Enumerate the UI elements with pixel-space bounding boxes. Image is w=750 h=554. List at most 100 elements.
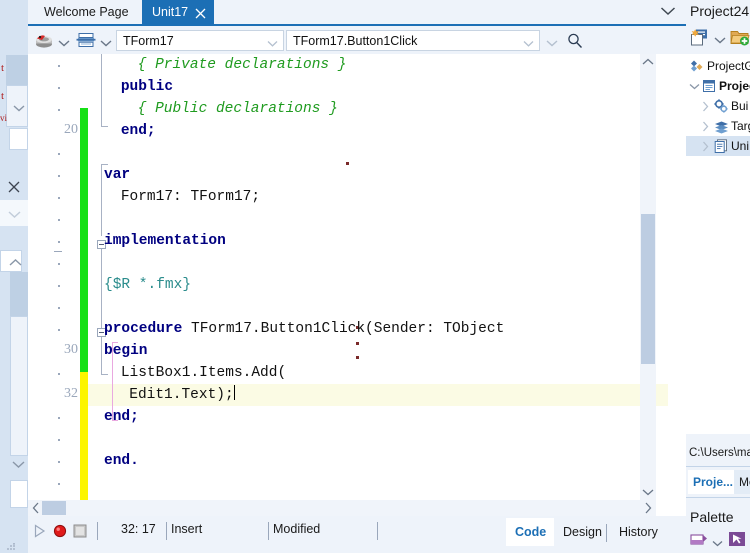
- chevron-down-icon[interactable]: [712, 536, 723, 550]
- tab-label: Code: [515, 525, 546, 539]
- left-dock-panel-3[interactable]: [10, 316, 28, 456]
- run-icon[interactable]: [33, 524, 46, 541]
- code-token: procedure: [104, 321, 191, 337]
- project-manager-toolbar: [686, 24, 750, 52]
- code-line: {$R *.fmx}: [104, 274, 191, 296]
- chevron-right-icon[interactable]: [702, 136, 709, 160]
- tab-model-view[interactable]: Mo: [734, 470, 750, 494]
- class-combo-value: TForm17: [123, 34, 174, 48]
- new-item-icon[interactable]: [690, 28, 710, 50]
- line-dot: [58, 197, 60, 199]
- tab-label: Unit17: [152, 5, 188, 19]
- search-icon[interactable]: [566, 32, 584, 53]
- palette-panel: Palette: [686, 505, 750, 553]
- divider: [268, 522, 269, 540]
- scroll-left-icon[interactable]: [31, 502, 41, 517]
- tab-unit17[interactable]: Unit17: [142, 0, 214, 24]
- tab-code[interactable]: Code: [506, 518, 555, 546]
- change-marker-yellow: [80, 438, 88, 460]
- code-line: { Public declarations }: [138, 98, 338, 120]
- palette-select-icon[interactable]: [728, 531, 746, 550]
- code-token: public: [121, 79, 173, 95]
- insert-mode: Insert: [171, 522, 202, 536]
- tab-welcome-page[interactable]: Welcome Page: [34, 0, 139, 24]
- line-dot: [58, 87, 60, 89]
- editor-horizontal-scrollbar[interactable]: [28, 500, 656, 516]
- add-folder-icon[interactable]: [730, 28, 750, 50]
- fold-guide-end: [101, 126, 108, 127]
- code-line: public: [121, 76, 173, 98]
- chevron-down-icon[interactable]: [523, 36, 534, 50]
- chevron-down-icon[interactable]: [12, 460, 25, 472]
- tree-node-unit[interactable]: Uni: [686, 136, 750, 156]
- code-line: Edit1.Text);: [129, 384, 234, 406]
- left-dock-field[interactable]: [9, 128, 28, 150]
- left-dock-selected-row[interactable]: [6, 55, 28, 85]
- code-editor[interactable]: 203032 { Private declarations }public{ P…: [28, 54, 686, 500]
- breakpoint-icon[interactable]: [53, 524, 67, 541]
- chevron-down-icon[interactable]: [689, 76, 700, 98]
- line-dot: [58, 285, 60, 287]
- divider: [686, 466, 750, 467]
- line-number: 30: [32, 342, 78, 358]
- scroll-down-icon[interactable]: [640, 484, 656, 500]
- line-dot: [58, 65, 60, 67]
- editor-vertical-scrollbar[interactable]: [640, 54, 656, 500]
- scroll-up-icon[interactable]: [640, 54, 656, 70]
- scrollbar-thumb[interactable]: [641, 214, 655, 364]
- divider: [377, 522, 378, 540]
- line-dot: [58, 439, 60, 441]
- left-dock-strip: t t vi: [0, 0, 28, 553]
- line-number: 32: [32, 386, 78, 402]
- tab-design[interactable]: Design: [554, 518, 611, 546]
- left-dock-field-3[interactable]: [10, 480, 28, 508]
- tab-history[interactable]: History: [610, 518, 667, 546]
- tab-label: Design: [563, 525, 602, 539]
- fold-dash: [54, 251, 62, 252]
- view-form-icon[interactable]: [76, 31, 96, 52]
- class-combo[interactable]: TForm17: [116, 30, 284, 51]
- chevron-down-icon[interactable]: [13, 104, 25, 115]
- chevron-down-icon[interactable]: [100, 36, 112, 50]
- line-dot: [58, 483, 60, 485]
- scrollbar-thumb[interactable]: [42, 501, 66, 515]
- code-area[interactable]: { Private declarations }public{ Public d…: [88, 54, 668, 500]
- chevron-down-icon[interactable]: [8, 210, 21, 222]
- tab-project-manager[interactable]: Proje...: [688, 470, 738, 494]
- open-unit-icon[interactable]: [34, 31, 54, 52]
- scroll-right-icon[interactable]: [643, 502, 653, 517]
- code-token: end.: [104, 453, 139, 469]
- code-line: end.: [104, 450, 139, 472]
- change-marker-yellow: [80, 416, 88, 438]
- tree-node-label: Bui: [731, 96, 748, 116]
- chevron-down-icon[interactable]: [660, 5, 676, 19]
- editor-toolbar: TForm17 TForm17.Button1Click: [28, 26, 686, 54]
- tab-label: Welcome Page: [44, 5, 129, 19]
- divider: [166, 522, 167, 540]
- palette-filter-icon[interactable]: [690, 531, 708, 550]
- code-line: end;: [121, 120, 156, 142]
- chevron-up-icon[interactable]: [9, 258, 22, 270]
- code-line: var: [104, 164, 130, 186]
- method-combo[interactable]: TForm17.Button1Click: [286, 30, 540, 51]
- resize-grip[interactable]: [6, 540, 16, 548]
- left-dock-scrollbar-thumb[interactable]: [10, 272, 28, 316]
- close-icon[interactable]: [7, 180, 21, 196]
- chevron-down-icon[interactable]: [714, 33, 726, 47]
- tree-node-label: ProjectGro: [707, 56, 750, 76]
- divider: [606, 524, 607, 542]
- tree-node-label: Targ: [731, 116, 750, 136]
- change-marker-green: [80, 152, 88, 174]
- chevron-down-icon[interactable]: [546, 36, 558, 50]
- editor-gutter[interactable]: 203032: [28, 54, 80, 500]
- palette-title: Palette: [690, 509, 734, 525]
- stop-icon[interactable]: [73, 524, 87, 541]
- change-marker-green: [80, 218, 88, 240]
- project-tree[interactable]: ProjectGro Project: [686, 54, 750, 434]
- marker-dot: [346, 162, 349, 165]
- chevron-down-icon[interactable]: [58, 36, 70, 50]
- code-token: TForm17.Button1Click(Sender: TObject: [191, 321, 504, 337]
- fold-guide: [101, 164, 102, 236]
- chevron-down-icon[interactable]: [267, 36, 278, 50]
- close-icon[interactable]: [194, 4, 207, 17]
